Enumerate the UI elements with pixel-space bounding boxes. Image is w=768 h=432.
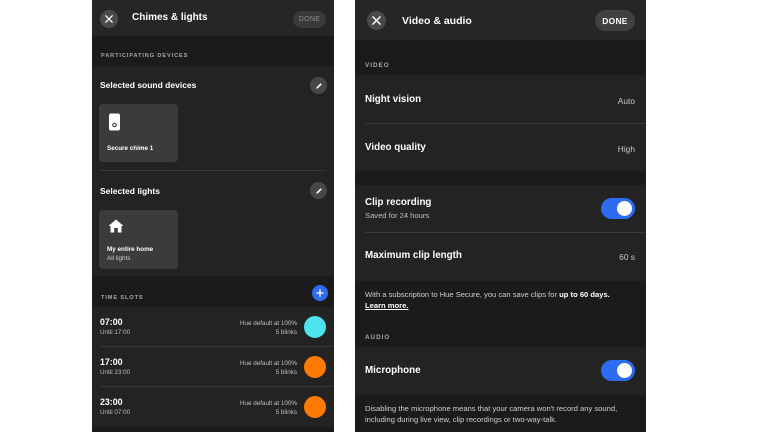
- slot-time: 07:00: [100, 317, 123, 327]
- sound-device-name: Secure chime 1: [107, 145, 154, 152]
- slot-blinks: 5 blinks: [275, 409, 297, 416]
- video-header: Video & audio DONE: [355, 0, 646, 40]
- video-quality-label: Video quality: [365, 142, 426, 153]
- slot-until: Until 07:00: [100, 409, 131, 416]
- close-button[interactable]: [367, 11, 386, 30]
- video-quality-row[interactable]: Video quality High: [355, 123, 646, 171]
- slot-hue-setting: Hue default at 100%: [239, 400, 297, 407]
- audio-section-label: AUDIO: [365, 334, 391, 341]
- sound-devices-title: Selected sound devices: [100, 80, 197, 90]
- slot-time: 17:00: [100, 357, 123, 367]
- slot-until: Until 17:00: [100, 329, 131, 336]
- slot-color-swatch: [304, 356, 326, 378]
- page-title: Chimes & lights: [132, 12, 208, 23]
- subscription-note: With a subscription to Hue Secure, you c…: [365, 289, 640, 311]
- lights-group-sub: All lights: [107, 255, 131, 262]
- slot-color-swatch: [304, 316, 326, 338]
- close-icon: [372, 16, 381, 25]
- home-icon: [108, 219, 124, 238]
- clip-recording-sub: Saved for 24 hours: [365, 211, 430, 220]
- sound-device-tile[interactable]: Secure chime 1: [99, 104, 178, 162]
- time-slot-row[interactable]: 17:00 Until 23:00 Hue default at 100% 5 …: [92, 347, 334, 387]
- chime-device-icon: [108, 113, 122, 136]
- edit-lights-button[interactable]: [310, 182, 327, 199]
- clip-recording-label: Clip recording: [365, 197, 432, 208]
- microphone-note: Disabling the microphone means that your…: [365, 404, 618, 424]
- slot-hue-setting: Hue default at 100%: [239, 360, 297, 367]
- participating-devices-label: PARTICIPATING DEVICES: [101, 53, 189, 59]
- clip-settings-group: Clip recording Saved for 24 hours Maximu…: [355, 185, 646, 281]
- night-vision-label: Night vision: [365, 94, 422, 105]
- pencil-icon: [315, 187, 322, 194]
- slot-hue-setting: Hue default at 100%: [239, 320, 297, 327]
- microphone-toggle[interactable]: [601, 360, 635, 381]
- audio-settings-group: Microphone: [355, 347, 646, 395]
- microphone-label: Microphone: [365, 365, 421, 376]
- night-vision-value: Auto: [617, 96, 635, 106]
- close-icon: [105, 15, 113, 23]
- clip-recording-toggle[interactable]: [601, 198, 635, 219]
- time-slot-row[interactable]: 07:00 Until 17:00 Hue default at 100% 5 …: [92, 307, 334, 347]
- slot-blinks: 5 blinks: [275, 369, 297, 376]
- chimes-header: Chimes & lights DONE: [92, 0, 334, 36]
- slot-blinks: 5 blinks: [275, 329, 297, 336]
- subscription-note-bold: up to 60 days.: [559, 290, 610, 299]
- chimes-lights-panel: Chimes & lights DONE PARTICIPATING DEVIC…: [92, 0, 334, 432]
- divider: [100, 170, 326, 171]
- video-section-label: VIDEO: [365, 62, 390, 69]
- plus-icon: [316, 289, 324, 297]
- video-audio-panel: Video & audio DONE VIDEO Night vision Au…: [355, 0, 646, 432]
- lights-tile[interactable]: My entire home All lights: [99, 210, 178, 269]
- slot-color-swatch: [304, 396, 326, 418]
- done-button[interactable]: DONE: [595, 10, 635, 31]
- edit-sound-devices-button[interactable]: [310, 77, 327, 94]
- time-slots-label: TIME SLOTS: [101, 295, 144, 301]
- max-clip-length-value: 60 s: [619, 252, 635, 262]
- video-settings-group: Night vision Auto Video quality High: [355, 75, 646, 171]
- time-slot-row[interactable]: 23:00 Until 07:00 Hue default at 100% 5 …: [92, 387, 334, 427]
- night-vision-row[interactable]: Night vision Auto: [355, 75, 646, 123]
- max-clip-length-label: Maximum clip length: [365, 250, 462, 261]
- done-button[interactable]: DONE: [293, 11, 326, 28]
- pencil-icon: [315, 82, 322, 89]
- lights-group-name: My entire home: [107, 246, 154, 253]
- participating-devices-section: Selected sound devices Secure chime 1 Se…: [92, 66, 334, 276]
- max-clip-length-row[interactable]: Maximum clip length 60 s: [355, 232, 646, 281]
- slot-time: 23:00: [100, 397, 123, 407]
- slot-until: Until 23:00: [100, 369, 131, 376]
- add-time-slot-button[interactable]: [312, 285, 328, 301]
- lights-title: Selected lights: [100, 186, 160, 196]
- subscription-note-text: With a subscription to Hue Secure, you c…: [365, 290, 560, 299]
- close-button[interactable]: [100, 10, 118, 28]
- video-quality-value: High: [617, 144, 635, 154]
- page-title: Video & audio: [402, 15, 472, 27]
- learn-more-link[interactable]: Learn more.: [365, 301, 408, 310]
